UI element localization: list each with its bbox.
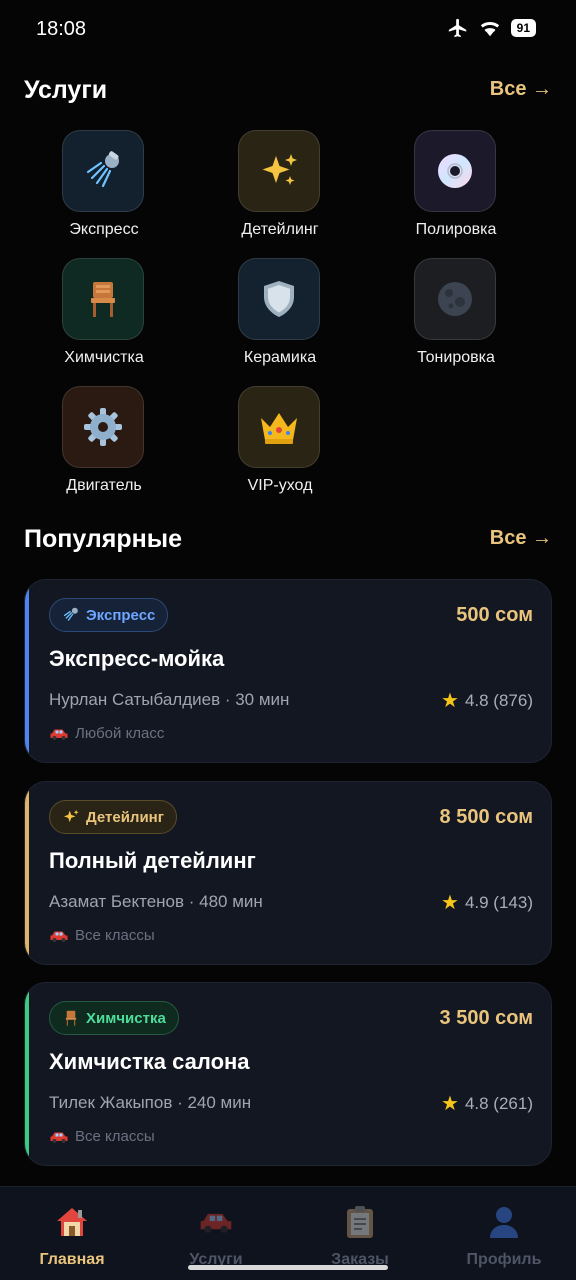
shower-icon	[63, 607, 78, 621]
service-engine[interactable]: Двигатель	[16, 384, 192, 504]
service-tile[interactable]	[62, 258, 144, 340]
category-tag-label: Химчистка	[86, 1009, 166, 1027]
car-class-label: Все классы	[75, 927, 155, 944]
nav-item-home[interactable]: Главная	[0, 1205, 144, 1269]
service-label: Детейлинг	[241, 221, 319, 238]
service-label: VIP-уход	[247, 477, 313, 494]
card-price: 3 500 сом	[439, 1007, 533, 1029]
services-see-all-link[interactable]: Все →	[490, 78, 552, 101]
card-rating: ★ 4.9 (143)	[441, 890, 533, 915]
service-tile[interactable]	[238, 258, 320, 340]
car-icon	[50, 729, 68, 740]
card-car-class: Все классы	[49, 1128, 155, 1145]
card-title: Экспресс-мойка	[49, 646, 225, 671]
nav-item-orders[interactable]: Заказы	[288, 1205, 432, 1269]
car-icon	[50, 931, 68, 942]
service-card[interactable]: Экспресс 500 сом Экспресс-мойка Нурлан С…	[24, 579, 552, 763]
popular-title: Популярные	[24, 525, 183, 553]
popular-header: Популярные Все →	[24, 519, 552, 559]
service-tile[interactable]	[414, 258, 496, 340]
card-rating: ★ 4.8 (261)	[441, 1091, 533, 1116]
service-dry-cleaning[interactable]: Химчистка	[16, 256, 192, 376]
service-card[interactable]: Химчистка 3 500 сом Химчистка салона Тил…	[24, 982, 552, 1166]
shield-icon	[264, 281, 294, 317]
service-detailing[interactable]: Детейлинг	[192, 128, 368, 248]
category-tag: Экспресс	[49, 598, 169, 632]
category-tag-label: Экспресс	[86, 606, 156, 624]
sparkles-icon	[63, 809, 79, 823]
card-accent	[25, 782, 29, 964]
status-icons: 91	[447, 17, 536, 39]
category-tag: Химчистка	[49, 1001, 179, 1035]
home-indicator[interactable]	[188, 1265, 388, 1270]
chair-icon	[91, 282, 115, 317]
service-tile[interactable]	[238, 130, 320, 212]
card-car-class: Любой класс	[49, 725, 164, 742]
category-tag-label: Детейлинг	[86, 808, 164, 826]
star-icon: ★	[441, 690, 459, 712]
car-icon	[200, 1213, 232, 1233]
service-label: Полировка	[415, 221, 497, 238]
service-label: Тонировка	[417, 349, 495, 366]
nav-label: Главная	[39, 1251, 105, 1268]
chair-icon	[65, 1010, 77, 1026]
nav-item-services[interactable]: Услуги	[144, 1205, 288, 1269]
service-tinting[interactable]: Тонировка	[368, 256, 544, 376]
battery-indicator: 91	[510, 19, 536, 37]
services-title: Услуги	[24, 76, 108, 104]
status-bar: 18:08 91	[0, 0, 576, 60]
service-vip[interactable]: VIP-уход	[192, 384, 368, 504]
service-tile[interactable]	[62, 386, 144, 468]
wifi-icon	[480, 22, 499, 37]
service-card[interactable]: Детейлинг 8 500 сом Полный детейлинг Аза…	[24, 781, 552, 965]
disc-icon	[438, 154, 472, 188]
service-tile[interactable]	[414, 130, 496, 212]
card-title: Химчистка салона	[49, 1049, 250, 1074]
shower-icon	[86, 151, 119, 188]
card-title: Полный детейлинг	[49, 848, 256, 873]
services-header: Услуги Все →	[24, 70, 552, 110]
service-tile[interactable]	[62, 130, 144, 212]
car-class-label: Любой класс	[75, 725, 165, 742]
moon-icon	[438, 282, 472, 316]
service-label: Химчистка	[64, 349, 144, 366]
card-price: 8 500 сом	[439, 806, 533, 828]
service-polishing[interactable]: Полировка	[368, 128, 544, 248]
service-label: Двигатель	[66, 477, 142, 494]
card-car-class: Все классы	[49, 927, 155, 944]
service-tile[interactable]	[238, 386, 320, 468]
service-label: Керамика	[243, 349, 317, 366]
service-label: Экспресс	[69, 221, 139, 238]
nav-label: Профиль	[466, 1251, 542, 1268]
card-accent	[25, 983, 29, 1165]
rating-value: 4.9 (143)	[464, 892, 533, 912]
service-ceramic[interactable]: Керамика	[192, 256, 368, 376]
card-master-duration: Нурлан Сатыбалдиев · 30 мин	[49, 690, 290, 709]
airplane-icon	[448, 18, 466, 38]
service-express[interactable]: Экспресс	[16, 128, 192, 248]
car-icon	[50, 1132, 68, 1143]
star-icon: ★	[441, 892, 459, 914]
card-accent	[25, 580, 29, 762]
clipboard-icon	[347, 1206, 373, 1238]
status-time: 18:08	[36, 18, 87, 40]
card-master-duration: Тилек Жакыпов · 240 мин	[49, 1093, 252, 1112]
category-tag: Детейлинг	[49, 800, 177, 834]
car-class-label: Все классы	[75, 1128, 155, 1145]
star-icon: ★	[441, 1093, 459, 1115]
card-rating: ★ 4.8 (876)	[441, 688, 533, 713]
card-price: 500 сом	[456, 604, 533, 626]
nav-item-profile[interactable]: Профиль	[432, 1205, 576, 1269]
popular-see-all-link[interactable]: Все →	[490, 527, 552, 550]
rating-value: 4.8 (876)	[464, 690, 533, 710]
home-icon	[57, 1208, 87, 1236]
user-icon	[490, 1207, 518, 1238]
crown-icon	[261, 413, 297, 444]
sparkles-icon	[262, 154, 297, 185]
rating-value: 4.8 (261)	[464, 1093, 533, 1113]
gear-icon	[84, 408, 122, 446]
card-master-duration: Азамат Бектенов · 480 мин	[49, 892, 263, 911]
